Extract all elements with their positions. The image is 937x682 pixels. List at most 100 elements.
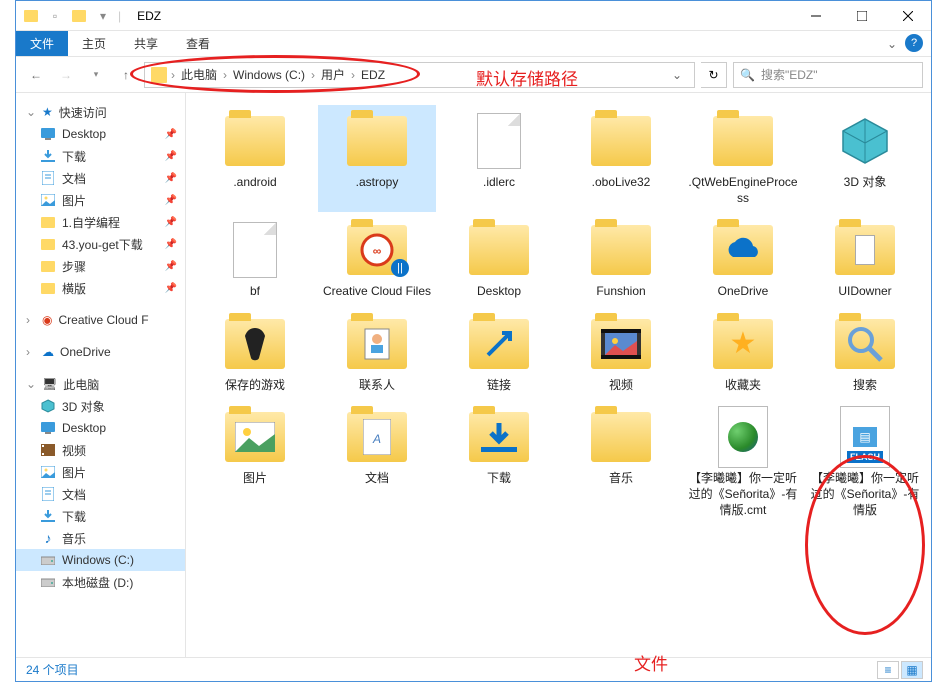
sidebar-quick-item[interactable]: Desktop📌 <box>16 123 185 145</box>
qat-properties-icon[interactable]: ▫ <box>46 7 64 25</box>
addr-dropdown-icon[interactable]: ⌄ <box>666 68 688 82</box>
sidebar-pc-item[interactable]: 图片 <box>16 461 185 483</box>
file-thumb <box>219 407 291 467</box>
file-item[interactable]: ★ 收藏夹 <box>684 308 802 400</box>
file-thumb <box>829 220 901 280</box>
file-item[interactable]: 视频 <box>562 308 680 400</box>
sidebar-quick-item[interactable]: 下载📌 <box>16 145 185 167</box>
file-item[interactable]: 保存的游戏 <box>196 308 314 400</box>
crumb-edz[interactable]: EDZ <box>359 68 387 82</box>
status-count: 24 个项目 <box>26 661 79 678</box>
qat-dropdown-icon[interactable]: ▾ <box>94 7 112 25</box>
file-thumb <box>829 314 901 374</box>
file-item[interactable]: 3D 对象 <box>806 105 924 212</box>
sidebar-pc-item[interactable]: 视频 <box>16 439 185 461</box>
window-title: EDZ <box>127 9 793 23</box>
file-item[interactable]: Funshion <box>562 214 680 306</box>
file-item[interactable]: UIDowner <box>806 214 924 306</box>
file-item[interactable]: .idlerc <box>440 105 558 212</box>
nav-back-button[interactable]: ← <box>24 63 48 87</box>
file-item[interactable]: .QtWebEngineProcess <box>684 105 802 212</box>
file-item[interactable]: 联系人 <box>318 308 436 400</box>
sidebar-quick-access[interactable]: ⌄★快速访问 <box>16 101 185 123</box>
file-item[interactable]: ▤FLASH 【李曦曦】你一定听过的《Señorita》-有情版 <box>806 401 924 524</box>
file-item[interactable]: 音乐 <box>562 401 680 524</box>
file-thumb <box>463 407 535 467</box>
file-item[interactable]: 图片 <box>196 401 314 524</box>
file-item[interactable]: 链接 <box>440 308 558 400</box>
file-thumb <box>463 314 535 374</box>
sidebar-quick-item[interactable]: 图片📌 <box>16 189 185 211</box>
refresh-button[interactable]: ↻ <box>701 62 727 88</box>
help-button[interactable]: ? <box>905 34 923 52</box>
search-input[interactable]: 🔍 搜索"EDZ" <box>733 62 923 88</box>
close-button[interactable] <box>885 1 931 31</box>
sidebar-quick-item[interactable]: 文档📌 <box>16 167 185 189</box>
qat-folder-icon[interactable] <box>70 7 88 25</box>
view-icons-button[interactable]: ▦ <box>901 661 923 679</box>
address-row: ← → ▾ ↑ › 此电脑 › Windows (C:) › 用户 › EDZ … <box>16 57 931 93</box>
file-item[interactable]: 下载 <box>440 401 558 524</box>
addr-folder-icon <box>151 67 167 83</box>
sidebar-quick-item[interactable]: 1.自学编程📌 <box>16 211 185 233</box>
sidebar-quick-item[interactable]: 步骤📌 <box>16 255 185 277</box>
file-label: 文档 <box>365 467 389 487</box>
file-label: Funshion <box>596 280 645 300</box>
sidebar-pc-item[interactable]: ♪音乐 <box>16 527 185 549</box>
nav-recent-button[interactable]: ▾ <box>84 63 108 87</box>
sidebar-cc[interactable]: ›◉Creative Cloud F <box>16 309 185 331</box>
file-thumb: ★ <box>707 314 779 374</box>
crumb-users[interactable]: 用户 <box>319 66 347 83</box>
file-label: .QtWebEngineProcess <box>688 171 798 206</box>
sidebar-pc-item[interactable]: 3D 对象 <box>16 395 185 417</box>
file-item[interactable]: 【李曦曦】你一定听过的《Señorita》-有情版.cmt <box>684 401 802 524</box>
file-label: 链接 <box>487 374 511 394</box>
tab-view[interactable]: 查看 <box>172 31 224 56</box>
file-item[interactable]: A 文档 <box>318 401 436 524</box>
sidebar-onedrive[interactable]: ›☁OneDrive <box>16 341 185 363</box>
sidebar-quick-item[interactable]: 横版📌 <box>16 277 185 299</box>
maximize-button[interactable] <box>839 1 885 31</box>
tab-home[interactable]: 主页 <box>68 31 120 56</box>
file-label: bf <box>250 280 260 300</box>
minimize-button[interactable] <box>793 1 839 31</box>
file-item[interactable]: .astropy <box>318 105 436 212</box>
file-label: 【李曦曦】你一定听过的《Señorita》-有情版.cmt <box>688 467 798 518</box>
file-label: Creative Cloud Files <box>323 280 431 300</box>
file-label: 联系人 <box>359 374 395 394</box>
sidebar-quick-item[interactable]: 43.you-get下载📌 <box>16 233 185 255</box>
content-area: .android .astropy .idlerc .oboLive32 .Qt… <box>186 93 931 657</box>
file-item[interactable]: .android <box>196 105 314 212</box>
sidebar-pc-item[interactable]: Desktop <box>16 417 185 439</box>
file-label: 图片 <box>243 467 267 487</box>
file-item[interactable]: OneDrive <box>684 214 802 306</box>
sidebar-pc-item[interactable]: 文档 <box>16 483 185 505</box>
address-bar[interactable]: › 此电脑 › Windows (C:) › 用户 › EDZ ⌄ <box>144 62 695 88</box>
file-item[interactable]: Desktop <box>440 214 558 306</box>
file-label: Desktop <box>477 280 521 300</box>
nav-forward-button[interactable]: → <box>54 63 78 87</box>
nav-up-button[interactable]: ↑ <box>114 63 138 87</box>
crumb-c[interactable]: Windows (C:) <box>231 68 307 82</box>
ribbon-expand-icon[interactable]: ⌄ <box>887 37 897 51</box>
sidebar-pc-item[interactable]: Windows (C:) <box>16 549 185 571</box>
svg-text:A: A <box>372 432 381 446</box>
sidebar-pc-item[interactable]: 本地磁盘 (D:) <box>16 571 185 593</box>
tab-share[interactable]: 共享 <box>120 31 172 56</box>
sidebar-pc-item[interactable]: 下载 <box>16 505 185 527</box>
file-tab[interactable]: 文件 <box>16 31 68 56</box>
view-details-button[interactable]: ≡ <box>877 661 899 679</box>
file-item[interactable]: ∞|| Creative Cloud Files <box>318 214 436 306</box>
file-label: 收藏夹 <box>725 374 761 394</box>
crumb-thispc[interactable]: 此电脑 <box>179 66 219 83</box>
sidebar-thispc[interactable]: ⌄🖥此电脑 <box>16 373 185 395</box>
file-thumb: A <box>341 407 413 467</box>
file-thumb: ∞|| <box>341 220 413 280</box>
file-item[interactable]: bf <box>196 214 314 306</box>
file-item[interactable]: 搜索 <box>806 308 924 400</box>
file-thumb <box>219 220 291 280</box>
annotation-path-label: 默认存储路径 <box>476 65 578 90</box>
file-thumb: ▤FLASH <box>829 407 901 467</box>
file-thumb <box>707 111 779 171</box>
file-item[interactable]: .oboLive32 <box>562 105 680 212</box>
